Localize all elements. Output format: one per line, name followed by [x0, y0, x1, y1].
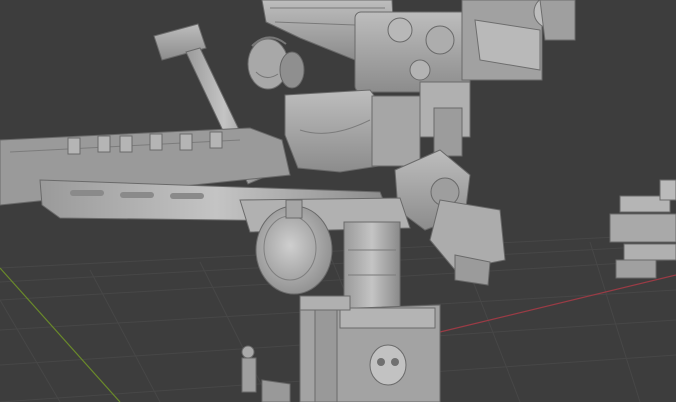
viewport-scene[interactable]: [0, 0, 676, 402]
crew-figure: [241, 345, 291, 402]
pedestal: [299, 295, 441, 402]
right-arm-armour: [394, 149, 506, 286]
leg-column: [343, 221, 401, 313]
shoulder-machinery: [354, 0, 576, 93]
detached-hand: [609, 179, 676, 279]
mech-model[interactable]: [0, 0, 676, 402]
y-axis-line: [0, 267, 121, 402]
pilot-head: [247, 36, 305, 90]
3d-viewport[interactable]: [0, 0, 676, 402]
